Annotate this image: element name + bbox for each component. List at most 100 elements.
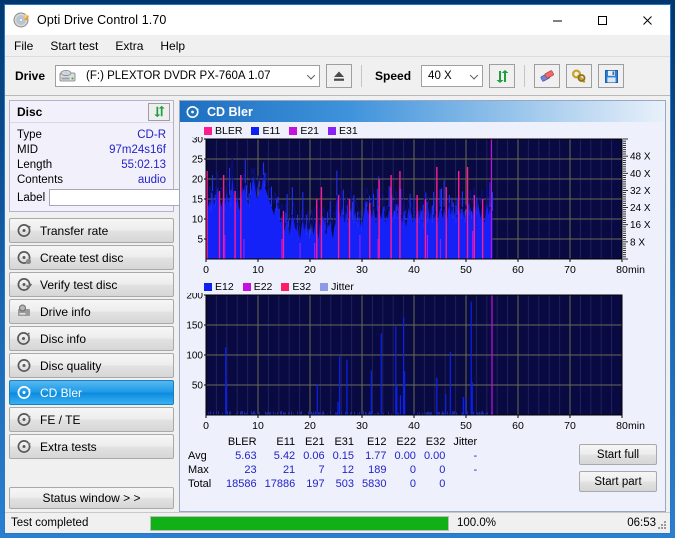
legend-item-e32: E32 [281,281,311,293]
stats-cell: 5.63 [235,449,257,462]
toolbar-separator [524,65,526,87]
disc-type-label: Type [17,128,42,141]
legend-item-jitter: Jitter [320,281,354,293]
resize-grip[interactable] [657,520,667,530]
bler-chart: 5 10 15 20 25 30 8 X 16 X 24 X 32 X 40 X 48 X 0 10 20 3… [182,137,663,278]
speed-label: Speed [375,69,412,83]
stats-col-e12: E12 [366,436,387,448]
svg-text:30: 30 [356,264,368,276]
status-window-button[interactable]: Status window > > [9,487,174,509]
disc-burn-icon [17,250,32,265]
legend-item-e22: E22 [242,281,272,293]
svg-text:100: 100 [186,351,203,362]
disc-quality-icon [17,358,32,373]
stats-cell: 0.06 [303,449,325,462]
menu-bar: File Start test Extra Help [5,35,670,56]
stats-cell: - [473,449,478,462]
legend-item-e21: E21 [289,125,319,137]
stats-cell: 0.00 [423,449,446,462]
disc-info-icon [17,331,32,346]
stats-cell: 0 [439,463,446,476]
svg-text:min: min [628,420,645,432]
stats-row-label: Total [188,478,212,491]
table-row: Total 18586 17886 197 503 5830 0 0 [186,478,481,492]
legend-swatch-jitter [320,282,329,291]
disc-refresh-button[interactable] [148,102,170,121]
svg-text:30: 30 [356,420,368,432]
disc-label-label: Label [17,191,46,204]
sidebar-item-label: Verify test disc [40,277,118,292]
svg-text:48 X: 48 X [630,152,651,163]
sidebar-item-disc-quality[interactable]: Disc quality [9,353,174,378]
sidebar-item-label: Extra tests [40,439,97,454]
sidebar-item-drive-info[interactable]: Drive info [9,299,174,324]
sidebar-item-extra-tests[interactable]: Extra tests [9,434,174,459]
legend-swatch-e21 [289,126,298,135]
save-button[interactable] [598,64,625,88]
menu-file[interactable]: File [14,37,41,55]
drive-value: (F:) PLEXTOR DVDR PX-760A 1.07 [86,70,271,82]
stats-table: BLER E11 E21 E31 E12 E22 E32 Jitter Avg [186,436,481,492]
disc-panel: Disc Type CD-R MID 97m24s16f Length 55:0… [9,100,254,212]
nav-list: Transfer rate Create test disc Verify te… [9,218,174,459]
stats-row-label: Avg [188,449,207,462]
tools-button[interactable] [566,64,593,88]
stats-cell: 0 [409,478,416,491]
erase-button[interactable] [534,64,561,88]
menu-extra[interactable]: Extra [115,37,151,55]
stats-col-e21: E21 [305,436,325,448]
drive-info-icon [17,304,32,319]
close-button[interactable] [625,5,670,35]
legend-label: BLER [215,124,243,137]
left-sidebar: Disc Type CD-R MID 97m24s16f Length 55:0… [5,96,254,512]
svg-text:min: min [628,264,645,276]
sidebar-item-verify-test-disc[interactable]: Verify test disc [9,272,174,297]
menu-start-test[interactable]: Start test [50,37,106,55]
refresh-speed-button[interactable] [489,64,516,88]
eject-button[interactable] [326,64,353,88]
svg-text:80: 80 [616,420,628,432]
sidebar-item-cd-bler[interactable]: CD Bler [9,380,174,405]
bler-chart-legend: BLER E11 E21 E31 [182,124,663,137]
table-row: Avg 5.63 5.42 0.06 0.15 1.77 0.00 0.00 - [186,449,481,463]
disc-panel-header: Disc [10,101,173,123]
charts-area: BLER E11 E21 E31 510 15 20 25 30 8 X 16 … [180,122,665,434]
disc-check-icon [17,277,33,292]
sidebar-item-label: CD Bler [40,385,83,400]
sidebar-item-create-test-disc[interactable]: Create test disc [9,245,174,270]
svg-text:24 X: 24 X [630,203,651,214]
stats-col-e31: E31 [334,436,355,448]
sidebar-item-label: Disc quality [40,358,102,373]
disc-mid-value: 97m24s16f [109,143,166,156]
sidebar-item-transfer-rate[interactable]: Transfer rate [9,218,174,243]
table-row: Max 23 21 7 12 189 0 0 - [186,463,481,477]
toolbar: Drive (F:) PLEXTOR DVDR PX-760A 1.07 Spe… [5,56,670,96]
speed-select[interactable]: 40 X [421,65,484,87]
svg-text:60: 60 [512,264,524,276]
drive-select[interactable]: (F:) PLEXTOR DVDR PX-760A 1.07 [55,65,321,87]
start-full-button[interactable]: Start full [579,444,657,465]
stats-cell: 7 [318,463,325,476]
minimize-button[interactable] [535,5,580,35]
stats-cell: 1.77 [365,449,387,462]
action-buttons: Start full Start part [579,436,665,492]
sidebar-item-disc-info[interactable]: Disc info [9,326,174,351]
title-bar: Opti Drive Control 1.70 [5,5,670,35]
disc-row-contents: Contents audio [10,172,173,187]
svg-text:70: 70 [564,420,576,432]
maximize-button[interactable] [580,5,625,35]
legend-label: E12 [215,280,234,293]
legend-item-e31: E31 [328,125,358,137]
menu-help[interactable]: Help [160,37,193,55]
legend-swatch-e11 [251,126,260,135]
stats-cell: 5830 [362,478,387,491]
disc-mid-label: MID [17,143,39,156]
stats-cell: 21 [282,463,296,476]
svg-text:30: 30 [192,137,204,146]
stats-col-e11: E11 [276,436,296,448]
sidebar-item-label: Disc info [40,331,87,346]
legend-label: E32 [292,280,312,293]
sidebar-item-fe-te[interactable]: FE / TE [9,407,174,432]
start-part-button[interactable]: Start part [579,471,657,492]
